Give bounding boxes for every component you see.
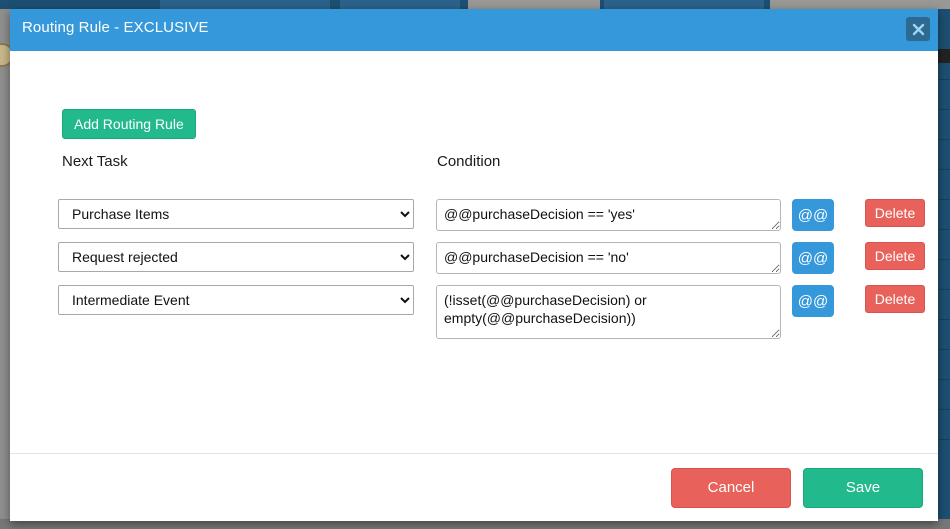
delete-rule-button[interactable]: Delete — [865, 285, 925, 313]
dialog-body: Add Routing Rule Next Task Condition Pur… — [10, 51, 938, 453]
cancel-button[interactable]: Cancel — [671, 467, 791, 508]
routing-rule-dialog: Routing Rule - EXCLUSIVE Add Routing Rul… — [10, 9, 938, 521]
routing-rules-list: Purchase Items @@ Delete Request rejecte… — [10, 199, 938, 350]
next-task-select[interactable]: Purchase Items — [58, 199, 414, 229]
background-right-sidebar — [938, 9, 950, 529]
next-task-select[interactable]: Request rejected — [58, 242, 414, 272]
dialog-header: Routing Rule - EXCLUSIVE — [10, 9, 938, 51]
save-button[interactable]: Save — [803, 467, 923, 508]
close-button[interactable] — [906, 17, 930, 41]
dialog-footer: Cancel Save — [10, 453, 938, 521]
insert-variable-button[interactable]: @@ — [792, 285, 834, 317]
routing-rule-row: Request rejected @@ Delete — [10, 242, 938, 279]
condition-cell — [436, 199, 781, 236]
condition-input[interactable] — [436, 285, 781, 339]
delete-rule-button[interactable]: Delete — [865, 242, 925, 270]
close-icon — [912, 23, 924, 35]
column-header-next-task: Next Task — [62, 153, 128, 170]
routing-rule-row: Intermediate Event @@ Delete — [10, 285, 938, 344]
next-task-select[interactable]: Intermediate Event — [58, 285, 414, 315]
column-header-condition: Condition — [437, 153, 501, 170]
insert-variable-button[interactable]: @@ — [792, 242, 834, 274]
dialog-title: Routing Rule - EXCLUSIVE — [22, 19, 209, 36]
delete-rule-button[interactable]: Delete — [865, 199, 925, 227]
add-routing-rule-button[interactable]: Add Routing Rule — [62, 109, 196, 139]
condition-cell — [436, 285, 781, 344]
condition-input[interactable] — [436, 199, 781, 231]
routing-rule-row: Purchase Items @@ Delete — [10, 199, 938, 236]
condition-input[interactable] — [436, 242, 781, 274]
screen: Routing Rule - EXCLUSIVE Add Routing Rul… — [0, 0, 950, 529]
condition-cell — [436, 242, 781, 279]
insert-variable-button[interactable]: @@ — [792, 199, 834, 231]
background-left-strip — [0, 9, 14, 529]
background-toolbar — [0, 0, 950, 9]
